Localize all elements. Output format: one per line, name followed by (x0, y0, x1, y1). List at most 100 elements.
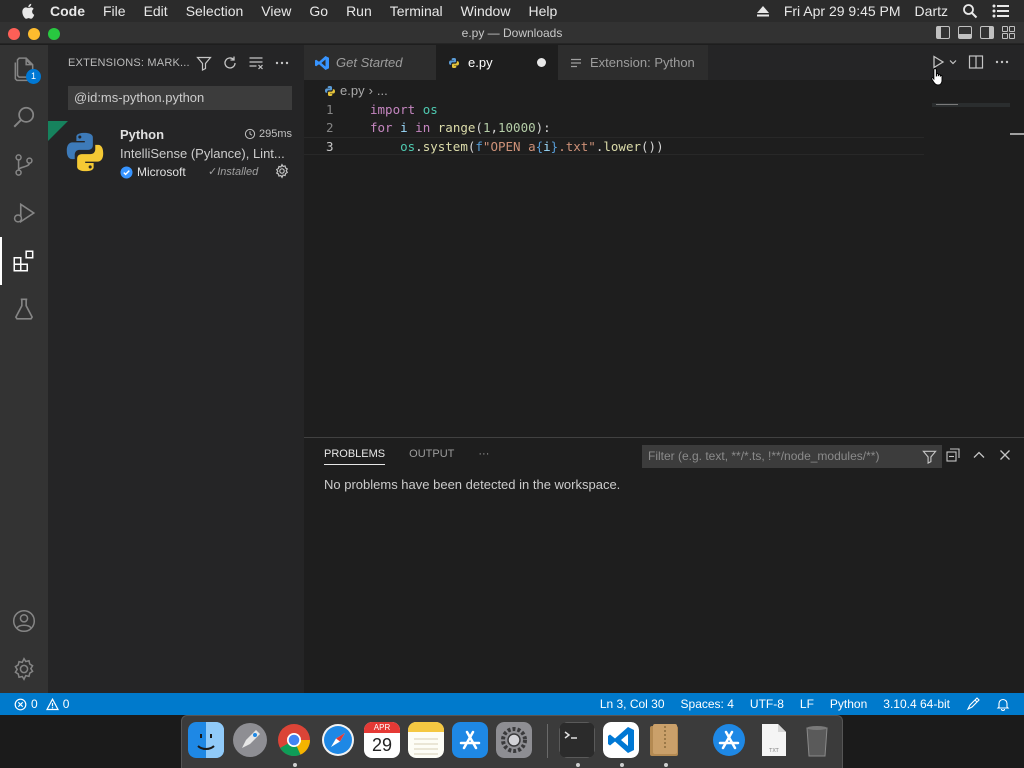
explorer-badge: 1 (26, 69, 41, 84)
account-icon (12, 609, 36, 633)
sidebar-header: EXTENSIONS: MARK... (48, 45, 304, 80)
more-actions-icon[interactable] (274, 55, 290, 71)
spotlight-search-icon[interactable] (962, 3, 978, 19)
breadcrumb-file[interactable]: e.py (340, 83, 365, 98)
breadcrumb-symbols[interactable]: ... (377, 83, 388, 98)
refresh-icon[interactable] (222, 55, 238, 71)
line-number: 3 (326, 139, 334, 154)
run-dropdown-chevron-icon[interactable] (948, 57, 958, 67)
menu-selection[interactable]: Selection (186, 3, 244, 19)
panel-tab-output[interactable]: OUTPUT (409, 448, 454, 465)
status-eol[interactable]: LF (800, 697, 814, 711)
activity-explorer[interactable]: 1 (0, 45, 48, 93)
warning-count: 0 (62, 697, 70, 711)
terminal-icon[interactable] (559, 722, 595, 758)
menu-terminal[interactable]: Terminal (390, 3, 443, 19)
toggle-panel-icon[interactable] (958, 26, 972, 39)
calendar-icon[interactable]: APR 29 (364, 722, 400, 758)
unsaved-indicator-dot[interactable] (537, 58, 546, 67)
tab-get-started[interactable]: Get Started (304, 45, 436, 80)
maximize-panel-chevron-up-icon[interactable] (972, 448, 986, 462)
applications-folder-icon[interactable] (711, 722, 747, 758)
svg-text:TXT: TXT (768, 748, 779, 754)
status-indentation[interactable]: Spaces: 4 (681, 697, 734, 711)
window-title: e.py — Downloads (461, 26, 563, 40)
running-indicator (664, 763, 668, 767)
text-document-icon[interactable]: TXT (755, 722, 791, 758)
clear-extensions-icon[interactable] (248, 55, 264, 71)
menu-go[interactable]: Go (309, 3, 328, 19)
panel-tab-problems[interactable]: PROBLEMS (324, 448, 386, 465)
filter-icon[interactable] (196, 55, 212, 71)
activity-manage[interactable] (0, 645, 48, 693)
menu-edit[interactable]: Edit (144, 3, 168, 19)
activity-run-debug[interactable] (0, 189, 48, 237)
code-line: 1 import os (304, 101, 924, 119)
control-center-icon[interactable] (992, 4, 1010, 18)
app-store-icon[interactable] (452, 722, 488, 758)
chrome-icon[interactable] (276, 722, 312, 758)
close-panel-icon[interactable] (998, 448, 1012, 462)
activity-source-control[interactable] (0, 141, 48, 189)
mouse-pointer-hand-icon (931, 68, 943, 86)
customize-layout-icon[interactable] (1002, 26, 1016, 39)
extension-settings-gear-icon[interactable] (274, 163, 290, 179)
collapse-all-icon[interactable] (946, 448, 960, 462)
vscode-icon[interactable] (603, 722, 639, 758)
verified-publisher-icon (120, 166, 133, 178)
status-encoding[interactable]: UTF-8 (750, 697, 784, 711)
line-content: for i in range(1,10000): (370, 120, 551, 135)
menu-run[interactable]: Run (346, 3, 372, 19)
trash-icon[interactable] (799, 722, 835, 758)
menu-help[interactable]: Help (528, 3, 557, 19)
notifications-bell-icon[interactable] (996, 697, 1010, 711)
toggle-secondary-sidebar-icon[interactable] (980, 26, 994, 39)
notes-icon[interactable] (408, 722, 444, 758)
tab-label: Extension: Python (590, 55, 695, 70)
activation-time: 295ms (244, 128, 292, 140)
finder-icon[interactable] (188, 722, 224, 758)
breadcrumb: e.py › ... (324, 83, 388, 98)
status-problems[interactable]: 0 0 (14, 693, 69, 715)
minimap[interactable] (932, 103, 1010, 107)
extension-list-item-python[interactable]: Python 295ms IntelliSense (Pylance), Lin… (48, 121, 304, 187)
line-content: os.system(f"OPEN a{i}.txt".lower()) (400, 139, 664, 154)
extension-description: IntelliSense (Pylance), Lint... (120, 146, 285, 161)
safari-icon[interactable] (320, 722, 356, 758)
status-python-interpreter[interactable]: 3.10.4 64-bit (883, 697, 950, 711)
tab-e-py[interactable]: e.py (436, 45, 558, 80)
tab-extension-python[interactable]: Extension: Python (558, 45, 708, 80)
publisher-name: Microsoft (137, 165, 186, 179)
activity-extensions[interactable] (0, 237, 48, 285)
search-icon (13, 106, 35, 128)
code-editor[interactable]: 1 import os 2 for i in range(1,10000): 3… (304, 101, 924, 155)
activity-accounts[interactable] (0, 597, 48, 645)
panel-more-tabs[interactable]: ··· (478, 448, 489, 465)
filter-icon[interactable] (922, 449, 937, 464)
menubar-clock[interactable]: Fri Apr 29 9:45 PM (784, 3, 901, 19)
system-preferences-icon[interactable] (496, 722, 532, 758)
feedback-icon[interactable] (966, 697, 980, 711)
split-editor-icon[interactable] (968, 54, 984, 70)
code-line-current: 3 os.system(f"OPEN a{i}.txt".lower()) (304, 137, 924, 155)
menu-window[interactable]: Window (461, 3, 511, 19)
status-right-items: Ln 3, Col 30 Spaces: 4 UTF-8 LF Python 3… (600, 693, 1010, 715)
extensions-search-input[interactable]: @id:ms-python.python (68, 86, 292, 110)
archive-utility-icon[interactable] (647, 722, 683, 758)
problems-filter-input[interactable]: Filter (e.g. text, **/*.ts, !**/node_mod… (642, 445, 942, 468)
dock-separator (547, 724, 548, 758)
launchpad-icon[interactable] (232, 722, 268, 758)
eject-icon[interactable] (756, 4, 770, 18)
activity-testing[interactable] (0, 285, 48, 333)
menu-view[interactable]: View (261, 3, 291, 19)
apple-icon[interactable] (20, 2, 38, 20)
extension-publisher[interactable]: Microsoft (120, 165, 186, 179)
toggle-primary-sidebar-icon[interactable] (936, 26, 950, 39)
menu-file[interactable]: File (103, 3, 126, 19)
more-actions-icon[interactable] (994, 54, 1010, 70)
status-language-mode[interactable]: Python (830, 697, 867, 711)
menubar-user[interactable]: Dartz (915, 3, 948, 19)
menu-app-code[interactable]: Code (50, 3, 85, 19)
status-cursor-position[interactable]: Ln 3, Col 30 (600, 697, 665, 711)
activity-search[interactable] (0, 93, 48, 141)
